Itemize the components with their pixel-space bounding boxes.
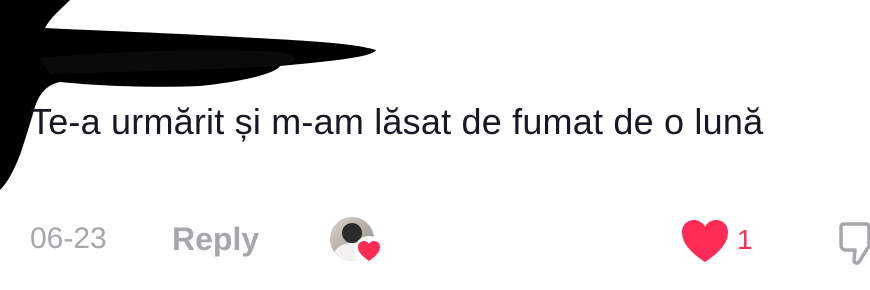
comment-text: Te-a urmărit și m-am lăsat de fumat de o… [30, 101, 764, 142]
creator-heart-icon [354, 236, 384, 266]
heart-icon [682, 220, 728, 262]
dislike-button[interactable] [838, 218, 870, 266]
like-button[interactable] [680, 218, 730, 264]
thumbs-down-icon [839, 222, 870, 265]
like-count: 1 [737, 224, 753, 255]
reply-button[interactable]: Reply [172, 221, 259, 258]
comment-meta-row: 06-23 Reply 1 [0, 212, 870, 272]
comment-date: 06-23 [30, 222, 107, 255]
